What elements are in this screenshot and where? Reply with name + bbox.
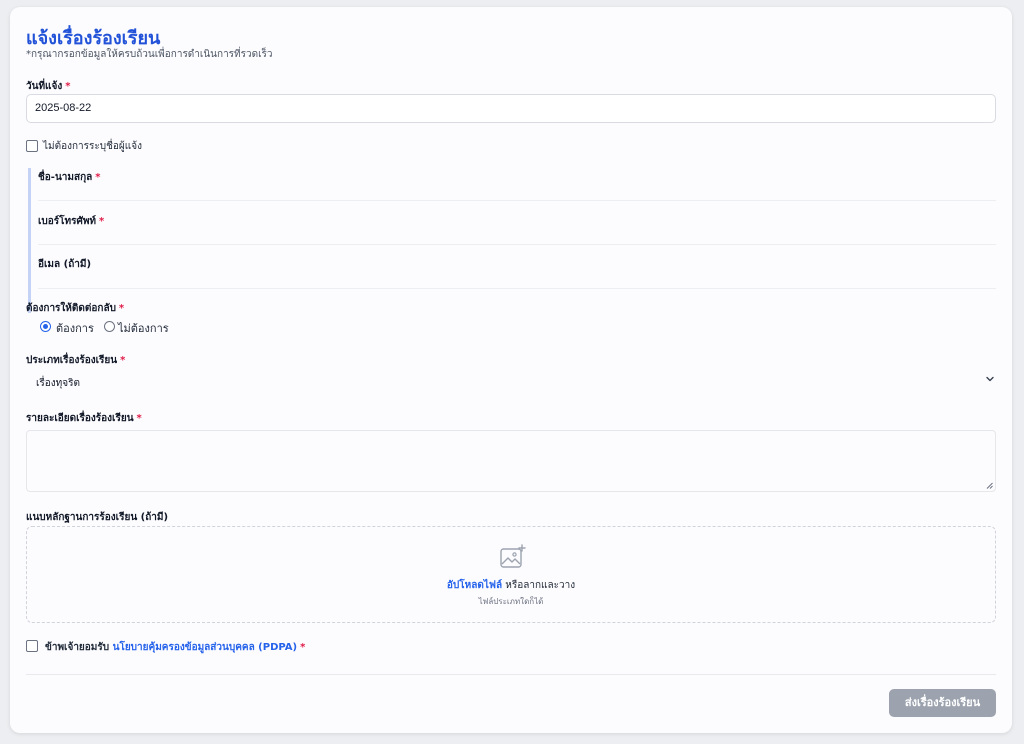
phone-label: เบอร์โทรศัพท์ * [38, 216, 105, 227]
pdpa-consent-checkbox[interactable] [26, 640, 38, 652]
report-date-label: วันที่แจ้ง * [26, 81, 71, 92]
file-dropzone[interactable]: อัปโหลดไฟล์ หรือลากและวาง ไฟล์ประเภทใดก็… [26, 526, 996, 623]
report-date-input[interactable]: 2025-08-22 [26, 94, 996, 123]
complaint-type-select[interactable]: เรื่องทุจริต [36, 376, 80, 391]
complaint-type-label: ประเภทเรื่องร้องเรียน * [26, 355, 126, 366]
page-subtitle: *กรุณากรอกข้อมูลให้ครบถ้วนเพื่อการดำเนิน… [26, 49, 273, 60]
anonymous-label: ไม่ต้องการระบุชื่อผู้แจ้ง [43, 141, 142, 152]
complaint-form-card: แจ้งเรื่องร้องเรียน *กรุณากรอกข้อมูลให้ค… [10, 7, 1012, 733]
email-label: อีเมล (ถ้ามี) [38, 259, 92, 270]
callback-label: ต้องการให้ติดต่อกลับ * [26, 303, 125, 314]
contact-section-bar [28, 168, 31, 313]
details-textarea[interactable] [26, 430, 996, 492]
phone-input[interactable] [38, 232, 996, 245]
image-plus-icon [500, 544, 526, 568]
upload-text-line: อัปโหลดไฟล์ หรือลากและวาง [27, 578, 995, 593]
callback-yes-label[interactable]: ต้องการ [56, 319, 94, 337]
callback-no-label[interactable]: ไม่ต้องการ [118, 319, 169, 337]
required-mark: * [65, 81, 71, 92]
drag-drop-text: หรือลากและวาง [505, 580, 576, 591]
callback-yes-radio[interactable] [40, 321, 51, 332]
pdpa-policy-link[interactable]: นโยบายคุ้มครองข้อมูลส่วนบุคคล (PDPA) [113, 642, 298, 653]
resize-handle-icon[interactable] [986, 482, 993, 489]
details-label: รายละเอียดเรื่องร้องเรียน * [26, 413, 142, 424]
anonymous-checkbox[interactable] [26, 140, 38, 152]
name-label: ชื่อ-นามสกุล * [38, 172, 101, 183]
pdpa-consent-label: ข้าพเจ้ายอมรับ นโยบายคุ้มครองข้อมูลส่วนบ… [45, 642, 306, 653]
upload-file-link[interactable]: อัปโหลดไฟล์ [447, 580, 502, 591]
submit-complaint-button[interactable]: ส่งเรื่องร้องเรียน [889, 689, 996, 717]
upload-hint: ไฟล์ประเภทใดก็ได้ [478, 597, 544, 606]
chevron-down-icon[interactable] [985, 374, 995, 384]
footer-divider [26, 674, 996, 675]
attachment-label: แนบหลักฐานการร้องเรียน (ถ้ามี) [26, 512, 169, 523]
email-input[interactable] [38, 276, 996, 289]
callback-no-radio[interactable] [104, 321, 115, 332]
name-input[interactable] [38, 188, 996, 201]
